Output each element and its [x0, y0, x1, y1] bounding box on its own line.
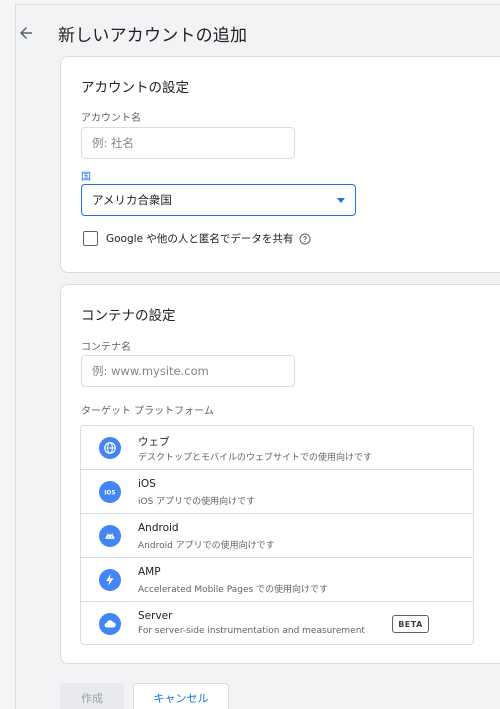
share-data-checkbox[interactable] [83, 231, 98, 246]
container-settings-card: コンテナの設定 コンテナ名 ターゲット プラットフォーム ウェブ デスクトップと… [60, 284, 500, 664]
account-settings-card: アカウントの設定 アカウント名 国 アメリカ合衆国 Google や他の人と匿名… [60, 56, 500, 273]
platform-item-web[interactable]: ウェブ デスクトップとモバイルのウェブサイトでの使用向けです [81, 426, 473, 470]
lightning-icon [99, 569, 121, 591]
platform-description: For server-side instrumentation and meas… [138, 626, 365, 636]
account-name-input[interactable] [81, 127, 295, 159]
android-icon [99, 525, 121, 547]
target-platform-label: ターゲット プラットフォーム [81, 406, 214, 417]
platform-item-server[interactable]: Server For server-side instrumentation a… [81, 602, 473, 646]
svg-text:iOS: iOS [104, 490, 115, 496]
back-button[interactable] [15, 22, 37, 44]
platform-name: Server [138, 610, 173, 622]
platform-item-amp[interactable]: AMP Accelerated Mobile Pages での使用向けです [81, 558, 473, 602]
country-select-value: アメリカ合衆国 [92, 193, 172, 207]
help-icon[interactable] [299, 233, 311, 245]
platform-item-android[interactable]: Android Android アプリでの使用向けです [81, 514, 473, 558]
arrow-left-icon [20, 27, 32, 39]
container-settings-title: コンテナの設定 [81, 308, 176, 324]
share-data-row: Google や他の人と匿名でデータを共有 [83, 231, 311, 246]
page-header: 新しいアカウントの追加 [15, 19, 485, 47]
platform-name: Android [138, 522, 179, 534]
platform-description: デスクトップとモバイルのウェブサイトでの使用向けです [138, 453, 373, 463]
platform-description: iOS アプリでの使用向けです [138, 497, 256, 507]
country-label: 国 [81, 172, 91, 183]
platform-name: iOS [138, 478, 156, 490]
globe-icon [99, 437, 121, 459]
dropdown-caret-icon [337, 198, 345, 203]
create-button[interactable]: 作成 [60, 683, 124, 709]
platform-name: ウェブ [138, 436, 170, 448]
ios-icon: iOS [99, 481, 121, 503]
platform-item-ios[interactable]: iOS iOS iOS アプリでの使用向けです [81, 470, 473, 514]
page-title: 新しいアカウントの追加 [58, 25, 248, 46]
container-name-label: コンテナ名 [81, 342, 131, 353]
platform-list: ウェブ デスクトップとモバイルのウェブサイトでの使用向けです iOS iOS i… [80, 425, 474, 645]
account-name-label: アカウント名 [81, 113, 141, 124]
share-data-label: Google や他の人と匿名でデータを共有 [106, 233, 294, 245]
beta-badge: BETA [392, 615, 429, 633]
account-settings-title: アカウントの設定 [81, 80, 189, 96]
platform-name: AMP [138, 566, 161, 578]
platform-description: Android アプリでの使用向けです [138, 541, 275, 551]
container-name-input[interactable] [81, 355, 295, 387]
cancel-button[interactable]: キャンセル [133, 683, 229, 709]
cloud-icon [99, 613, 121, 635]
country-select[interactable]: アメリカ合衆国 [81, 184, 356, 216]
platform-description: Accelerated Mobile Pages での使用向けです [138, 585, 329, 595]
